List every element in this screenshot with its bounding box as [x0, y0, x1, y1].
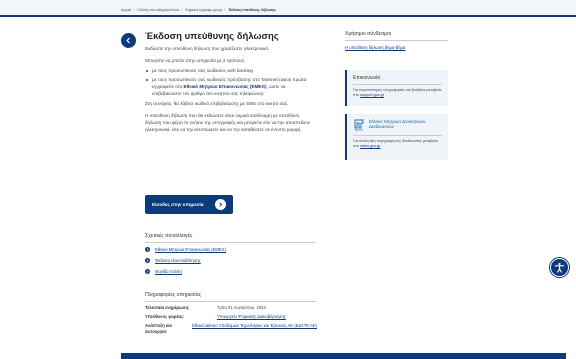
lead-text: Εκδώστε την υπεύθυνη δήλωση που χρειάζεσ…: [145, 46, 270, 51]
useful-links-title: Χρήσιμοι σύνδεσμοι: [345, 31, 392, 37]
related-transactions: Σχετικές συναλλαγές Εθνικό Μητρώο Επικοι…: [145, 233, 315, 276]
chevron-right-icon: [145, 258, 150, 263]
footer: [121, 353, 566, 359]
agency-link[interactable]: Υπουργείο Ψηφιακής Διακυβέρνησης: [217, 314, 286, 320]
step-by-step-link[interactable]: Η υπεύθυνη δήλωση βήμα-βήμα: [345, 45, 448, 50]
mitos-link[interactable]: mitos.gov.gr: [360, 144, 380, 148]
breadcrumb-item-citizen[interactable]: Πολίτης και καθημερινότητα: [137, 8, 178, 12]
divider: [353, 84, 442, 85]
related-link-emep[interactable]: Εθνικό Μητρώο Επικοινωνίας (ΕΜΕπ): [155, 247, 226, 252]
divider: [353, 135, 442, 136]
mitos-logo-icon: [354, 119, 364, 129]
service-info-title: Πληροφορίες υπηρεσίας: [145, 292, 202, 298]
breadcrumb-item-home[interactable]: Αρχική: [121, 8, 131, 12]
legal-info-text: Η υπεύθυνη δήλωση που θα εκδώσετε είναι …: [145, 113, 310, 132]
related-link-authorization[interactable]: Έκδοση εξουσιοδότησης: [155, 258, 201, 263]
related-item[interactable]: Έκδοση εξουσιοδότησης: [145, 256, 315, 265]
related-link-mailbox[interactable]: Θυρίδα πολίτη: [155, 269, 182, 274]
access-ways-list: με τους προσωπικούς σας κωδικούς web ban…: [145, 67, 315, 97]
mitos-logo: MITOS: [353, 119, 365, 132]
contact-title: Επικοινωνία: [353, 75, 381, 81]
chevron-right-icon: [145, 247, 150, 252]
arrow-right-icon: [215, 199, 226, 210]
breadcrumb: Αρχική › Πολίτης και καθημερινότητα › Ψηφι…: [121, 8, 276, 12]
operator-link[interactable]: Εθνικό Δίκτυο Υποδομών Τεχνολογίας και Έ…: [192, 323, 317, 335]
emep-link[interactable]: Εθνικό Μητρώο Επικοινωνίας (ΕΜΕπ): [184, 84, 267, 89]
breadcrumb-item-digital-docs[interactable]: Ψηφιακά έγγραφα gov.gr: [185, 8, 222, 12]
intro-text: Μπορείτε να μπείτε στην υπηρεσία με 2 τρ…: [145, 58, 246, 63]
useful-links: Χρήσιμοι σύνδεσμοι Η υπεύθυνη δήλωση βήμ…: [345, 31, 448, 50]
contact-text: Για περισσότερες πληροφορίες και βοήθεια…: [353, 88, 442, 97]
contact-card: Επικοινωνία Για περισσότερες πληροφορίες…: [345, 70, 448, 106]
mitos-title: Εθνικό Μητρώο Διοικητικών Διαδικασιών: [369, 119, 426, 130]
info-row-updated: Τελευταία ενημέρωση: Τρίτη 01 Αυγούστου,…: [145, 305, 266, 310]
back-button[interactable]: [121, 33, 136, 48]
related-title: Σχετικές συναλλαγές: [145, 233, 193, 239]
divider: [145, 242, 315, 243]
top-bar: Αρχική › Πολίτης και καθημερινότητα › Ψηφι…: [0, 0, 576, 17]
mitos-card: MITOS Εθνικό Μητρώο Διοικητικών Διαδικασ…: [345, 114, 448, 160]
support-link[interactable]: support.gov.gr: [360, 93, 384, 97]
mitos-text: Για αναλυτική περιγραφή της διαδικασίας …: [353, 139, 439, 148]
enter-service-label: Είσοδος στην υπηρεσία: [152, 202, 204, 207]
enter-service-button[interactable]: Είσοδος στην υπηρεσία: [145, 195, 233, 214]
info-row-agency: Υπεύθυνος φορέας: Υπουργείο Ψηφιακής Δια…: [145, 314, 286, 320]
accessibility-button[interactable]: [550, 258, 569, 277]
page-title: Έκδοση υπεύθυνης δήλωσης: [145, 31, 279, 42]
related-item[interactable]: Εθνικό Μητρώο Επικοινωνίας (ΕΜΕπ): [145, 245, 315, 254]
chevron-left-icon: [126, 37, 130, 44]
divider: [145, 301, 317, 302]
related-item[interactable]: Θυρίδα πολίτη: [145, 267, 315, 276]
sms-text: Στη συνέχεια, θα λάβετε κωδικό επιβεβαίω…: [145, 101, 289, 106]
accessibility-icon: [554, 262, 565, 273]
access-way-webbanking: με τους προσωπικούς σας κωδικούς web ban…: [145, 67, 315, 74]
chevron-right-icon: [145, 269, 150, 274]
access-way-taxisnet: με τους προσωπικούς σας κωδικούς πρόσβασ…: [145, 76, 315, 97]
info-row-operator: Ανάπτυξη και λειτουργία: Εθνικό Δίκτυο Υ…: [145, 323, 317, 335]
breadcrumb-current: Έκδοση υπεύθυνης δήλωσης: [228, 8, 276, 12]
main-content: Έκδοση υπεύθυνης δήλωσης Εκδώστε την υπε…: [145, 31, 315, 133]
divider: [345, 40, 448, 41]
service-info: Πληροφορίες υπηρεσίας Τελευταία ενημέρωσ…: [145, 292, 317, 335]
mitos-header: MITOS Εθνικό Μητρώο Διοικητικών Διαδικασ…: [353, 119, 442, 132]
